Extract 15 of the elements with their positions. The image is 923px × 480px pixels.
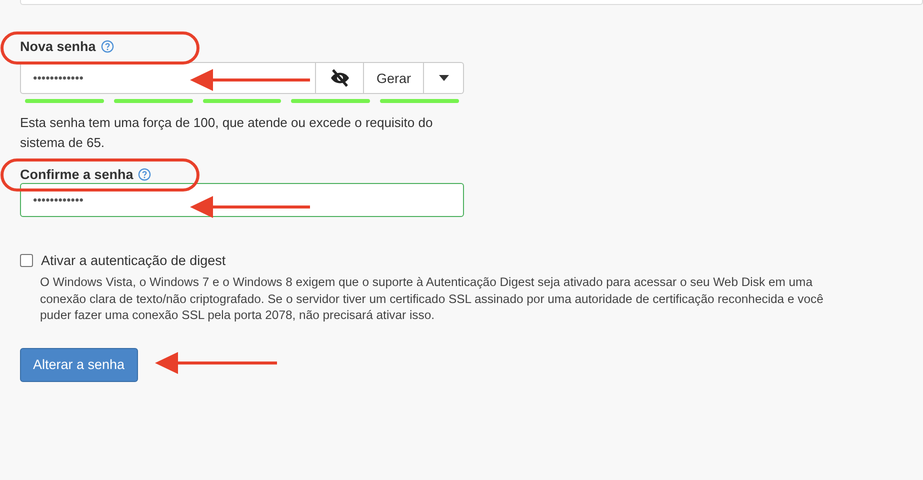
checkbox[interactable]: [20, 254, 33, 267]
dropdown-button[interactable]: [424, 62, 464, 94]
change-password-button[interactable]: Alterar a senha: [20, 348, 138, 382]
field-label: Confirme a senha: [20, 166, 134, 182]
field-label: Nova senha: [20, 38, 96, 54]
visibility-toggle-button[interactable]: [316, 62, 364, 94]
checkbox-label[interactable]: Ativar a autenticação de digest: [41, 253, 226, 268]
confirm-password-field[interactable]: ••••••••••••: [20, 183, 464, 217]
strength-note: Esta senha tem uma força de 100, que atende ou excede o requisito do sistema de 65.: [20, 114, 434, 152]
hidden-eye-icon: [328, 69, 351, 87]
description-text: O Windows Vista, o Windows 7 e o Windows 8 exigem que o suporte à Autenticação Digest seja ativado para acessar o seu Web Disk em uma conexão clara de texto/não criptografado. Se o servidor tiver um certificado SSL assinado por uma autoridade de certificação reconhecida e você puder fazer uma conexão SSL pela porta 2078, não precisará ativar isso.: [40, 274, 824, 324]
help-icon[interactable]: [138, 168, 152, 180]
caret-icon: [438, 75, 448, 81]
help-icon[interactable]: [100, 40, 114, 52]
generate-button[interactable]: Gerar: [364, 62, 424, 94]
